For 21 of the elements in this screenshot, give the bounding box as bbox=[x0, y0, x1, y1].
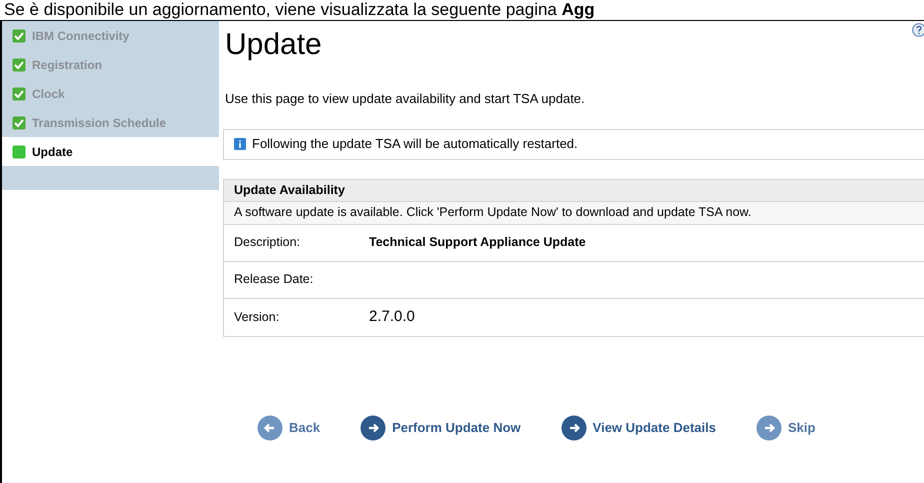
availability-message: A software update is available. Click 'Perform Update Now' to download and update TSA now. bbox=[224, 202, 924, 224]
right-arrow-circle-icon bbox=[360, 414, 386, 440]
notice-text: Following the update TSA will be automatically restarted. bbox=[252, 135, 578, 154]
field-label: Description: bbox=[234, 234, 301, 252]
intro-text: Use this page to view update availability and start TSA update. bbox=[225, 90, 586, 108]
wizard-button[interactable]: View Update Details bbox=[560, 414, 716, 440]
wizard-button[interactable]: Perform Update Now bbox=[360, 414, 521, 440]
field-label: Release Date: bbox=[234, 271, 314, 288]
help-icon[interactable] bbox=[912, 23, 924, 37]
document-caption: Se è disponibile un aggiornamento, viene visualizzata la seguente pagina Agg bbox=[3, 0, 596, 20]
wizard-button[interactable]: Back bbox=[257, 414, 320, 440]
table-heading: Update Availability bbox=[224, 180, 924, 202]
right-arrow-circle-icon bbox=[756, 414, 782, 440]
right-arrow-circle-icon bbox=[560, 414, 587, 440]
left-arrow-circle-icon bbox=[257, 414, 283, 440]
info-icon bbox=[234, 138, 246, 150]
wizard-button[interactable]: Skip bbox=[756, 414, 816, 440]
page-title: Update bbox=[225, 27, 322, 63]
field-value: Technical Support Appliance Update bbox=[369, 234, 586, 252]
field-label: Version: bbox=[234, 308, 280, 326]
field-value: 2.7.0.0 bbox=[369, 306, 415, 327]
